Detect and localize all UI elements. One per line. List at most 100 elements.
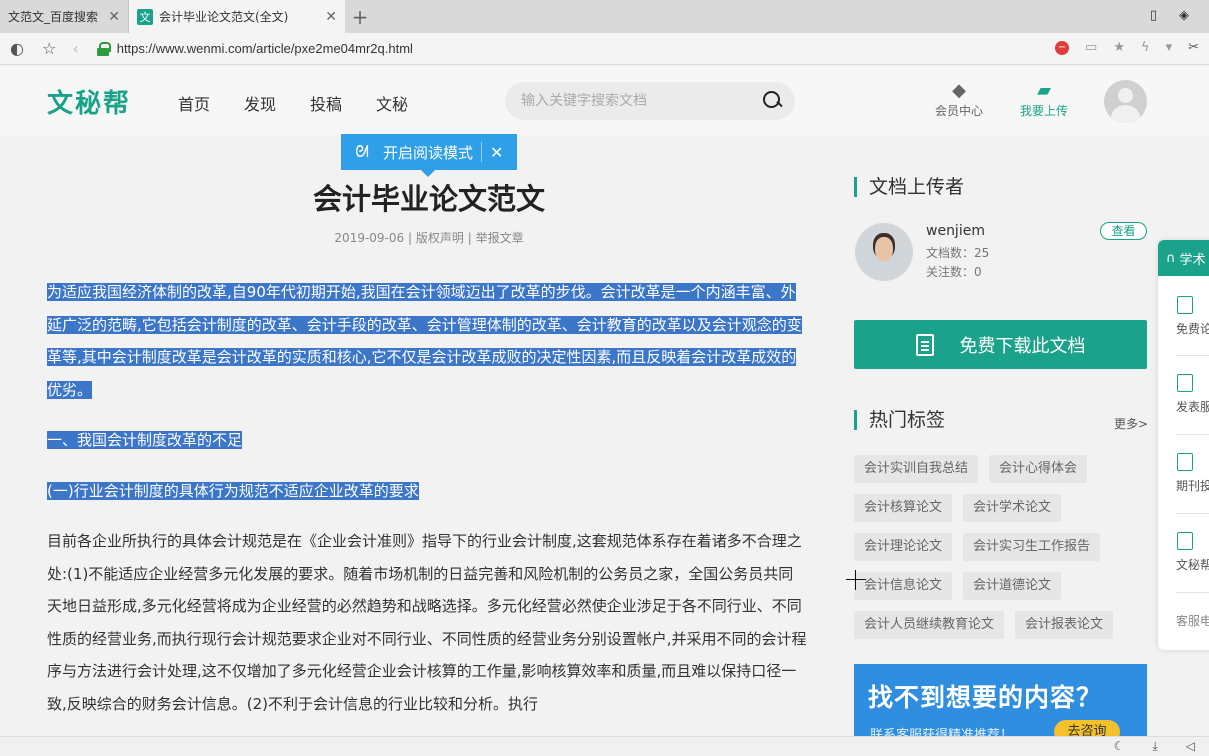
panel-item-publish[interactable]: 发表服 (1158, 374, 1209, 415)
free-download-button[interactable]: 免费下载此文档 (854, 320, 1147, 369)
address-bar-tools: − ▭ ★ ϟ ▾ ✂ (1055, 40, 1199, 55)
shield-icon[interactable]: ◐ (10, 39, 24, 58)
tag-item[interactable]: 会计报表论文 (1015, 611, 1114, 639)
panel-item-journal[interactable]: 期刊投 (1158, 453, 1209, 494)
nav-item-wenmi[interactable]: 文秘 (376, 91, 408, 115)
browser-status-bar: ☾ ⤓ ◁ (0, 736, 1209, 756)
mouse-cursor (846, 570, 866, 590)
popup-divider (481, 142, 483, 162)
window-controls: ▯ ◈ (1150, 8, 1189, 23)
address-bar: ◐ ☆ ‹ https://www.wenmi.com/article/pxe2… (0, 33, 1209, 65)
member-center-link[interactable]: ◆ 会员中心 (935, 80, 983, 119)
nav-item-home[interactable]: 首页 (178, 91, 210, 115)
site-logo[interactable]: 文秘帮 (47, 83, 131, 120)
tab-list-icon[interactable]: ▯ (1150, 8, 1157, 23)
main-nav: 首页 发现 投稿 文秘 (178, 91, 408, 115)
download-icon[interactable]: ⤓ (1152, 739, 1157, 754)
tag-item[interactable]: 会计核算论文 (854, 494, 953, 522)
selected-text: (一)行业会计制度的具体行为规范不适应企业改革的要求 (47, 481, 419, 500)
hot-tags-title: 热门标签 (854, 410, 945, 430)
academic-panel-header[interactable]: ∩ 学术 (1158, 240, 1209, 276)
close-icon[interactable]: ✕ (490, 143, 503, 162)
panel-customer-service[interactable]: 客服电 (1158, 612, 1209, 629)
uploader-follow-count: 关注数：0 (926, 265, 982, 279)
stop-icon[interactable]: − (1055, 40, 1070, 55)
browser-tab-current[interactable]: 文 会计毕业论文范文(全文) ✕ (129, 0, 345, 33)
document-icon (1177, 532, 1193, 550)
scissors-icon[interactable]: ✂ (1188, 40, 1199, 55)
search-box (505, 82, 795, 120)
article-paragraph: 为适应我国经济体制的改革,自90年代初期开始,我国在会计领域迈出了改革的步伐。会… (47, 276, 807, 406)
lightning-icon[interactable]: ϟ (1141, 40, 1150, 55)
tag-item[interactable]: 会计信息论文 (854, 572, 953, 600)
panel-item-free-paper[interactable]: 免费论 (1158, 296, 1209, 337)
reading-mode-popup[interactable]: ᘛ 开启阅读模式 ✕ (341, 134, 517, 177)
meta-divider: | (467, 231, 476, 245)
panel-head-label: 学术 (1179, 252, 1206, 268)
chevron-down-icon[interactable]: ▾ (1166, 40, 1173, 55)
article-date: 2019-09-06 (334, 231, 405, 245)
download-label: 免费下载此文档 (959, 335, 1086, 357)
nav-item-submit[interactable]: 投稿 (310, 91, 342, 115)
article-meta: 2019-09-06 | 版权声明 | 举报文章 (0, 229, 858, 246)
browser-tab-baidu[interactable]: 文范文_百度搜索 ✕ (0, 0, 129, 33)
new-tab-button[interactable]: + (345, 0, 375, 33)
tag-item[interactable]: 会计人员继续教育论文 (854, 611, 1005, 639)
tag-item[interactable]: 会计心得体会 (989, 455, 1088, 483)
url-text[interactable]: https://www.wenmi.com/article/pxe2me04mr… (117, 41, 413, 56)
article-title: 会计毕业论文范文 (312, 182, 545, 216)
bookmark-star-icon[interactable]: ☆ (42, 39, 56, 58)
search-icon[interactable] (763, 91, 783, 111)
uploader-section-title: 文档上传者 (854, 177, 964, 197)
headset-icon: ∩ (1166, 250, 1176, 266)
reader-book-icon[interactable]: ▭ (1085, 40, 1097, 55)
meta-divider: | (408, 231, 416, 245)
tag-item[interactable]: 会计实训自我总结 (854, 455, 979, 483)
panel-divider (1176, 434, 1209, 435)
favorite-star-icon[interactable]: ★ (1113, 40, 1125, 55)
section-heading: 一、我国会计制度改革的不足 (47, 424, 807, 457)
back-arrow-icon[interactable]: ‹ (72, 39, 78, 58)
browser-tab-bar: 文范文_百度搜索 ✕ 文 会计毕业论文范文(全文) ✕ + ▯ ◈ (0, 0, 1209, 33)
user-avatar[interactable] (1104, 80, 1147, 123)
panel-item-label: 期刊投 (1176, 479, 1209, 493)
copyright-link[interactable]: 版权声明 (416, 231, 464, 245)
upload-label: 我要上传 (1020, 104, 1069, 118)
close-icon[interactable]: ✕ (108, 9, 120, 25)
promo-title: 找不到想要的内容？ (868, 683, 1103, 712)
article-paragraph: 目前各企业所执行的具体会计规范是在《企业会计准则》指导下的行业会计制度,这套规范… (47, 532, 807, 713)
status-icons: ☾ ⤓ ◁ (1114, 739, 1195, 754)
diamond-icon: ◆ (952, 80, 966, 101)
search-input[interactable] (521, 90, 751, 112)
publish-icon (1177, 374, 1193, 392)
upload-link[interactable]: ▰ 我要上传 (1020, 80, 1068, 119)
selected-text: 一、我国会计制度改革的不足 (47, 431, 243, 449)
tag-item[interactable]: 会计理论论文 (854, 533, 953, 561)
site-header: 文秘帮 首页 发现 投稿 文秘 ◆ 会员中心 ▰ 我要上传 (0, 66, 1209, 136)
close-icon[interactable]: ✕ (325, 9, 337, 25)
tag-item[interactable]: 会计道德论文 (963, 572, 1062, 600)
panel-item-wenmibang[interactable]: 文秘帮 (1158, 532, 1209, 573)
panel-divider (1176, 513, 1209, 514)
uploader-doc-count: 文档数：25 (926, 246, 990, 260)
report-link[interactable]: 举报文章 (476, 231, 524, 245)
site-favicon-icon: 文 (137, 8, 153, 25)
shirt-skin-icon[interactable]: ◈ (1179, 8, 1189, 23)
panel-divider (1176, 592, 1209, 593)
uploader-name[interactable]: wenjiem (926, 223, 985, 239)
more-tags-link[interactable]: 更多> (1114, 415, 1148, 432)
panel-divider (1176, 355, 1209, 356)
panel-item-label: 发表服 (1176, 400, 1209, 414)
uploader-avatar[interactable] (855, 223, 913, 281)
panel-item-label: 文秘帮 (1176, 558, 1209, 572)
reading-mode-label[interactable]: 开启阅读模式 (383, 142, 473, 163)
view-uploader-button[interactable]: 查看 (1100, 222, 1147, 240)
journal-icon (1177, 453, 1193, 471)
nav-item-discover[interactable]: 发现 (244, 91, 276, 115)
night-mode-icon[interactable]: ☾ (1114, 739, 1125, 754)
member-center-label: 会员中心 (935, 104, 984, 118)
uc-squirrel-icon: ᘛ (355, 142, 369, 161)
tag-item[interactable]: 会计学术论文 (963, 494, 1062, 522)
speaker-icon[interactable]: ◁ (1186, 739, 1195, 754)
tag-item[interactable]: 会计实习生工作报告 (963, 533, 1101, 561)
